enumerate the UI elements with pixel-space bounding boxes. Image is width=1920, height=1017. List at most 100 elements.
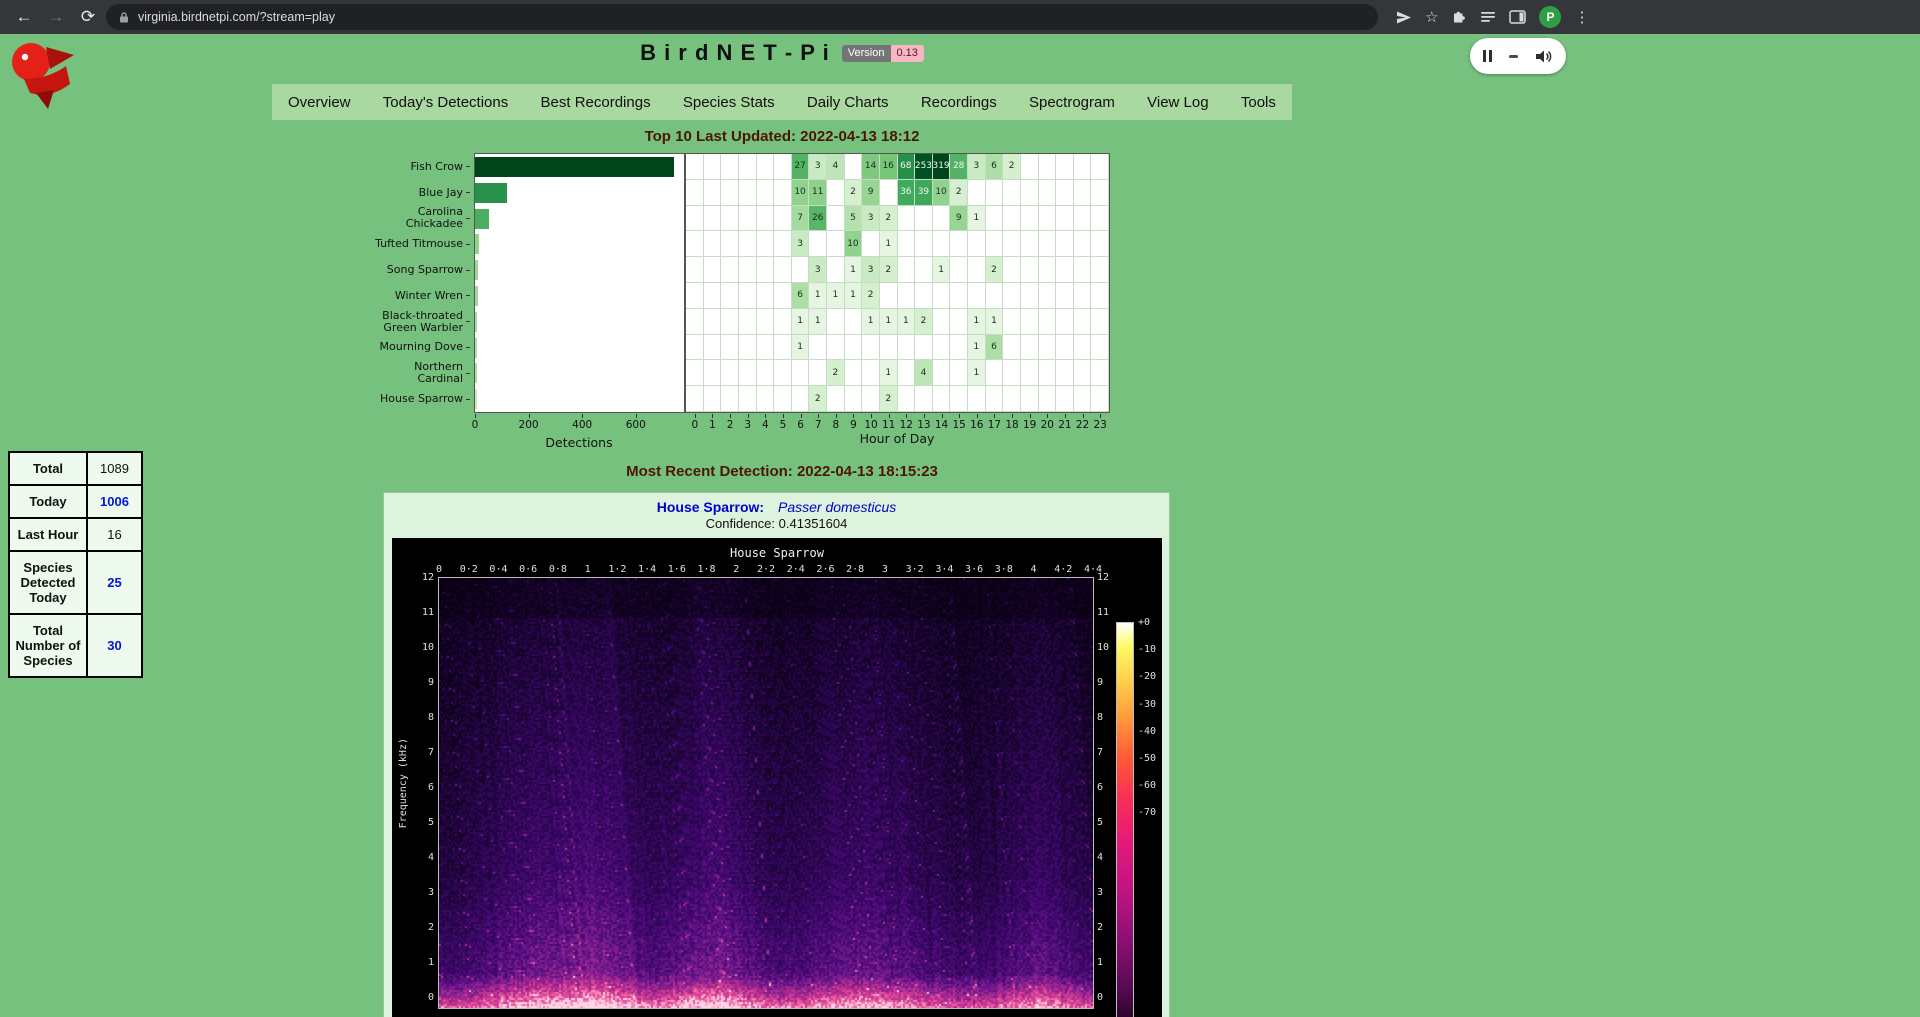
detections-bar bbox=[475, 260, 478, 280]
detection-scientific-name[interactable]: Passer domesticus bbox=[778, 499, 896, 515]
stats-label: Total Number of Species bbox=[9, 614, 87, 677]
most-recent-label: Most Recent Detection: bbox=[626, 463, 793, 480]
reload-icon[interactable]: ⟳ bbox=[74, 3, 102, 31]
heatmap-cell: 3 bbox=[792, 231, 810, 257]
heatmap-cell: 319 bbox=[933, 154, 951, 180]
profile-avatar[interactable]: P bbox=[1539, 6, 1561, 28]
heatmap-cell bbox=[1021, 206, 1039, 232]
heatmap-cell bbox=[757, 360, 775, 386]
spectrogram-time-tick: 2 bbox=[733, 564, 739, 575]
spectrogram-time-tick: 3·4 bbox=[935, 564, 953, 575]
heatmap-cell: 10 bbox=[845, 231, 863, 257]
volume-icon[interactable] bbox=[1535, 49, 1553, 64]
nav-item-view-log[interactable]: View Log bbox=[1147, 94, 1208, 111]
heatmap-cell bbox=[704, 154, 722, 180]
heatmap-cell bbox=[1021, 386, 1039, 412]
forward-icon[interactable]: → bbox=[42, 3, 70, 31]
audio-player[interactable] bbox=[1470, 38, 1566, 74]
heatmap-cell bbox=[1056, 360, 1074, 386]
spectrogram-freq-tick-right: 9 bbox=[1097, 677, 1123, 688]
spectrogram-freq-tick-left: 3 bbox=[408, 887, 434, 898]
heatmap-cell bbox=[721, 386, 739, 412]
side-panel-icon[interactable] bbox=[1509, 10, 1526, 24]
send-icon[interactable] bbox=[1396, 10, 1412, 25]
heatmap-cell bbox=[1003, 231, 1021, 257]
stats-label: Species Detected Today bbox=[9, 551, 87, 614]
top10-heading: Top 10 Last Updated: 2022-04-13 18:12 bbox=[272, 128, 1292, 145]
heatmap-cell: 1 bbox=[968, 335, 986, 361]
bar-axis-tick: 200 bbox=[519, 419, 539, 431]
nav-item-best-recordings[interactable]: Best Recordings bbox=[541, 94, 651, 111]
nav-item-overview[interactable]: Overview bbox=[288, 94, 351, 111]
spectrogram-freq-tick-left: 8 bbox=[408, 712, 434, 723]
stats-value: 16 bbox=[87, 518, 142, 551]
seek-handle-icon[interactable] bbox=[1509, 55, 1518, 58]
top10-heading-label: Top 10 Last Updated: bbox=[645, 128, 796, 145]
site-lock-icon bbox=[118, 11, 130, 24]
stats-value: 30 bbox=[87, 614, 142, 677]
detections-bar bbox=[475, 183, 507, 203]
heatmap-cell bbox=[774, 231, 792, 257]
spectrogram-time-tick: 4 bbox=[1031, 564, 1037, 575]
reading-list-icon[interactable] bbox=[1480, 10, 1496, 24]
nav-item-tools[interactable]: Tools bbox=[1241, 94, 1276, 111]
url-text: virginia.birdnetpi.com/?stream=play bbox=[138, 10, 335, 24]
detections-bar bbox=[475, 209, 489, 229]
heatmap-cell bbox=[1074, 360, 1092, 386]
spectrogram-db-tick: -50 bbox=[1138, 753, 1156, 764]
heatmap-cell bbox=[1074, 283, 1092, 309]
heatmap-cell bbox=[704, 257, 722, 283]
heatmap-cell bbox=[933, 360, 951, 386]
heatmap-cell bbox=[968, 283, 986, 309]
stats-value-link[interactable]: 25 bbox=[107, 575, 121, 590]
hour-axis-tick: 14 bbox=[935, 419, 948, 431]
detections-bar bbox=[475, 389, 477, 409]
spectrogram-freq-tick-left: 12 bbox=[408, 572, 434, 583]
heatmap-cell bbox=[1039, 257, 1057, 283]
browser-chrome: ← → ⟳ virginia.birdnetpi.com/?stream=pla… bbox=[0, 0, 1920, 34]
heatmap-cell bbox=[686, 309, 704, 335]
nav-item-today-s-detections[interactable]: Today's Detections bbox=[383, 94, 508, 111]
browser-menu-icon[interactable]: ⋮ bbox=[1574, 8, 1589, 26]
heatmap-cell bbox=[704, 180, 722, 206]
birdnetpi-page: B i r d N E T - P i Version 0.13 Overvie… bbox=[0, 34, 1920, 1017]
heatmap-cell bbox=[898, 206, 916, 232]
bookmark-star-icon[interactable]: ☆ bbox=[1425, 8, 1438, 26]
heatmap-cell: 1 bbox=[986, 309, 1004, 335]
hour-axis-tick: 8 bbox=[832, 419, 839, 431]
heatmap-cell bbox=[950, 257, 968, 283]
heatmap-cell: 2 bbox=[1003, 154, 1021, 180]
heatmap-cell bbox=[1074, 386, 1092, 412]
birdnetpi-logo[interactable] bbox=[8, 39, 82, 118]
stats-value-link[interactable]: 1006 bbox=[100, 494, 129, 509]
heatmap-cell bbox=[862, 231, 880, 257]
hour-axis-tick: 7 bbox=[815, 419, 822, 431]
nav-item-recordings[interactable]: Recordings bbox=[921, 94, 997, 111]
heatmap-cell bbox=[915, 231, 933, 257]
heatmap-cell bbox=[1091, 386, 1109, 412]
heatmap-cell bbox=[721, 231, 739, 257]
heatmap-cell bbox=[1091, 360, 1109, 386]
heatmap-cell bbox=[704, 231, 722, 257]
detection-species[interactable]: House Sparrow: bbox=[657, 499, 764, 515]
heatmap-cell: 1 bbox=[898, 309, 916, 335]
browser-actions: ☆ P ⋮ bbox=[1396, 6, 1589, 28]
nav-item-daily-charts[interactable]: Daily Charts bbox=[807, 94, 889, 111]
nav-item-species-stats[interactable]: Species Stats bbox=[683, 94, 775, 111]
spectrogram-time-tick: 2·2 bbox=[757, 564, 775, 575]
extensions-icon[interactable] bbox=[1451, 9, 1467, 25]
spectrogram-freq-tick-right: 12 bbox=[1097, 572, 1123, 583]
heatmap-cell: 68 bbox=[898, 154, 916, 180]
nav-item-spectrogram[interactable]: Spectrogram bbox=[1029, 94, 1115, 111]
pause-icon[interactable] bbox=[1483, 50, 1492, 62]
spectrogram-time-tick: 1 bbox=[585, 564, 591, 575]
spectrogram-title: House Sparrow bbox=[392, 546, 1162, 560]
url-bar[interactable]: virginia.birdnetpi.com/?stream=play bbox=[106, 4, 1378, 30]
heatmap-cell bbox=[757, 283, 775, 309]
heatmap-cell bbox=[986, 386, 1004, 412]
heatmap-cell bbox=[1039, 360, 1057, 386]
stats-value-link[interactable]: 30 bbox=[107, 638, 121, 653]
heatmap-cell bbox=[827, 386, 845, 412]
version-badge: Version 0.13 bbox=[842, 45, 924, 62]
back-icon[interactable]: ← bbox=[10, 3, 38, 31]
